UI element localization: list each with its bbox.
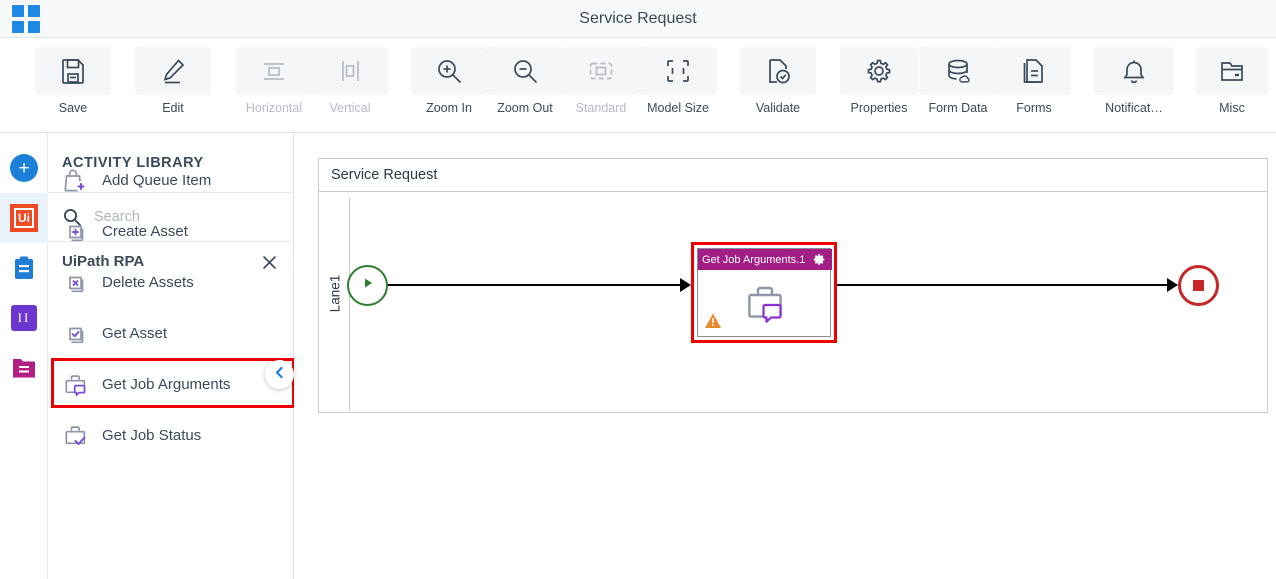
standard-size-icon [563,47,639,95]
toolbar-button-vertical: Vertical [312,47,388,127]
toolbar-button-standard: Standard [563,47,639,127]
sequence-flow-arrow [680,278,691,292]
database-icon [919,47,997,95]
columns-ii-icon: II [11,305,37,331]
toolbar-button-forms[interactable]: Forms [997,47,1071,127]
clipboard-icon [15,256,33,279]
sequence-flow-arrow [1167,278,1178,292]
toolbar-button-label: Properties [850,101,908,115]
toolbar-button-zoom-out[interactable]: Zoom Out [487,47,563,127]
rail-item-documents[interactable] [0,343,48,393]
stop-square-icon [1193,280,1204,291]
delete-assets-icon [62,270,102,296]
edit-pencil-icon [135,47,211,95]
folder-lines-icon [13,359,35,378]
toolbar-button-zoom-in[interactable]: Zoom In [411,47,487,127]
toolbar-button-validate[interactable]: Validate [740,47,816,127]
toolbar-button-save[interactable]: Save [35,47,111,127]
toolbar-button-label: Model Size [647,101,709,115]
activity-item-label: Get Job Arguments [102,376,231,393]
forms-page-icon [997,47,1071,95]
toolbar-button-misc[interactable]: Misc [1196,47,1268,127]
activity-item-delete-assets[interactable]: Delete Assets [48,257,294,308]
rail-item-integrations[interactable]: II [0,293,48,343]
toolbar-button-properties[interactable]: Properties [840,47,918,127]
toolbar-button-model-size[interactable]: Model Size [639,47,717,127]
activity-item-get-job-status[interactable]: Get Job Status [48,410,294,461]
warning-triangle-icon [704,312,722,330]
play-triangle-icon [361,276,375,295]
folder-icon [1196,47,1268,95]
create-asset-icon [62,219,102,245]
toolbar-button-label: Standard [575,101,627,115]
gear-icon[interactable] [812,252,827,267]
lane-label-column: Lane1 [320,198,350,411]
activity-item-add-queue-item[interactable]: Add Queue Item [48,155,294,206]
panel-collapse-button[interactable] [265,360,294,389]
model-size-icon [639,47,717,95]
bell-icon [1094,47,1174,95]
toolbar-button-edit[interactable]: Edit [135,47,211,127]
plus-circle-icon: + [10,154,38,182]
activity-item-label: Add Queue Item [102,172,212,189]
pool-title: Service Request [331,167,438,183]
start-event[interactable] [347,265,388,306]
bpmn-lane: Lane1 Get Job Arguments.1 [319,198,1267,411]
toolbar: Save Edit Horizontal Vertical Zoom In Zoom Ou… [0,38,1276,133]
sequence-flow[interactable] [388,284,680,286]
activity-item-label: Get Asset [102,325,168,342]
title-bar: Service Request [0,0,1276,38]
toolbar-button-label: Forms [1016,101,1052,115]
rail-item-clipboard-tasks[interactable] [0,243,48,293]
gear-icon [840,47,918,95]
activity-library-panel: ACTIVITY LIBRARY UiPath RPA Add Queue It… [48,133,295,579]
rail-item-uipath-rpa[interactable]: Ui [0,193,48,243]
bpmn-pool: Service Request Lane1 Get Job Arguments.… [318,158,1268,413]
save-icon [35,47,111,95]
toolbar-button-notificat[interactable]: Notificat… [1094,47,1174,127]
activity-item-get-asset[interactable]: Get Asset [48,308,294,359]
task-selection-outline: Get Job Arguments.1 [691,242,837,343]
toolbar-button-label: Form Data [928,101,988,115]
toolbar-button-label: Zoom Out [497,101,553,115]
horizontal-layout-icon [236,47,312,95]
rail-item-add-button[interactable]: + [0,143,48,193]
toolbar-button-label: Misc [1219,101,1245,115]
toolbar-button-label: Edit [162,101,184,115]
task-header-label: Get Job Arguments.1 [702,253,806,266]
add-queue-item-icon [62,168,102,194]
get-job-status-icon [62,423,102,449]
end-event[interactable] [1178,265,1219,306]
toolbar-button-form-data[interactable]: Form Data [919,47,997,127]
toolbar-button-horizontal: Horizontal [236,47,312,127]
zoom-out-icon [487,47,563,95]
sequence-flow[interactable] [837,284,1167,286]
get-asset-icon [62,321,102,347]
activity-item-label: Delete Assets [102,274,194,291]
left-rail: + Ui II [0,133,48,579]
activity-item-create-asset[interactable]: Create Asset [48,206,294,257]
activity-item-get-job-arguments[interactable]: Get Job Arguments [48,359,294,410]
toolbar-button-label: Zoom In [426,101,472,115]
uipath-ui-icon: Ui [10,204,38,232]
activity-item-label: Get Job Status [102,427,202,444]
get-job-arguments-icon [62,372,102,398]
chevron-left-icon [273,366,286,384]
toolbar-button-label: Horizontal [245,101,303,115]
toolbar-button-label: Notificat… [1105,101,1163,115]
task-get-job-arguments[interactable]: Get Job Arguments.1 [697,248,832,337]
vertical-layout-icon [312,47,388,95]
activity-item-label: Create Asset [102,223,188,240]
zoom-in-icon [411,47,487,95]
diagram-canvas[interactable]: Service Request Lane1 Get Job Arguments.… [294,133,1276,579]
pool-header: Service Request [319,159,1267,192]
lane-label: Lane1 [327,274,343,313]
toolbar-button-label: Validate [755,101,801,115]
validate-icon [740,47,816,95]
task-header: Get Job Arguments.1 [698,249,832,270]
toolbar-button-label: Vertical [329,101,371,115]
page-title: Service Request [579,10,697,27]
toolbar-button-label: Save [58,101,88,115]
